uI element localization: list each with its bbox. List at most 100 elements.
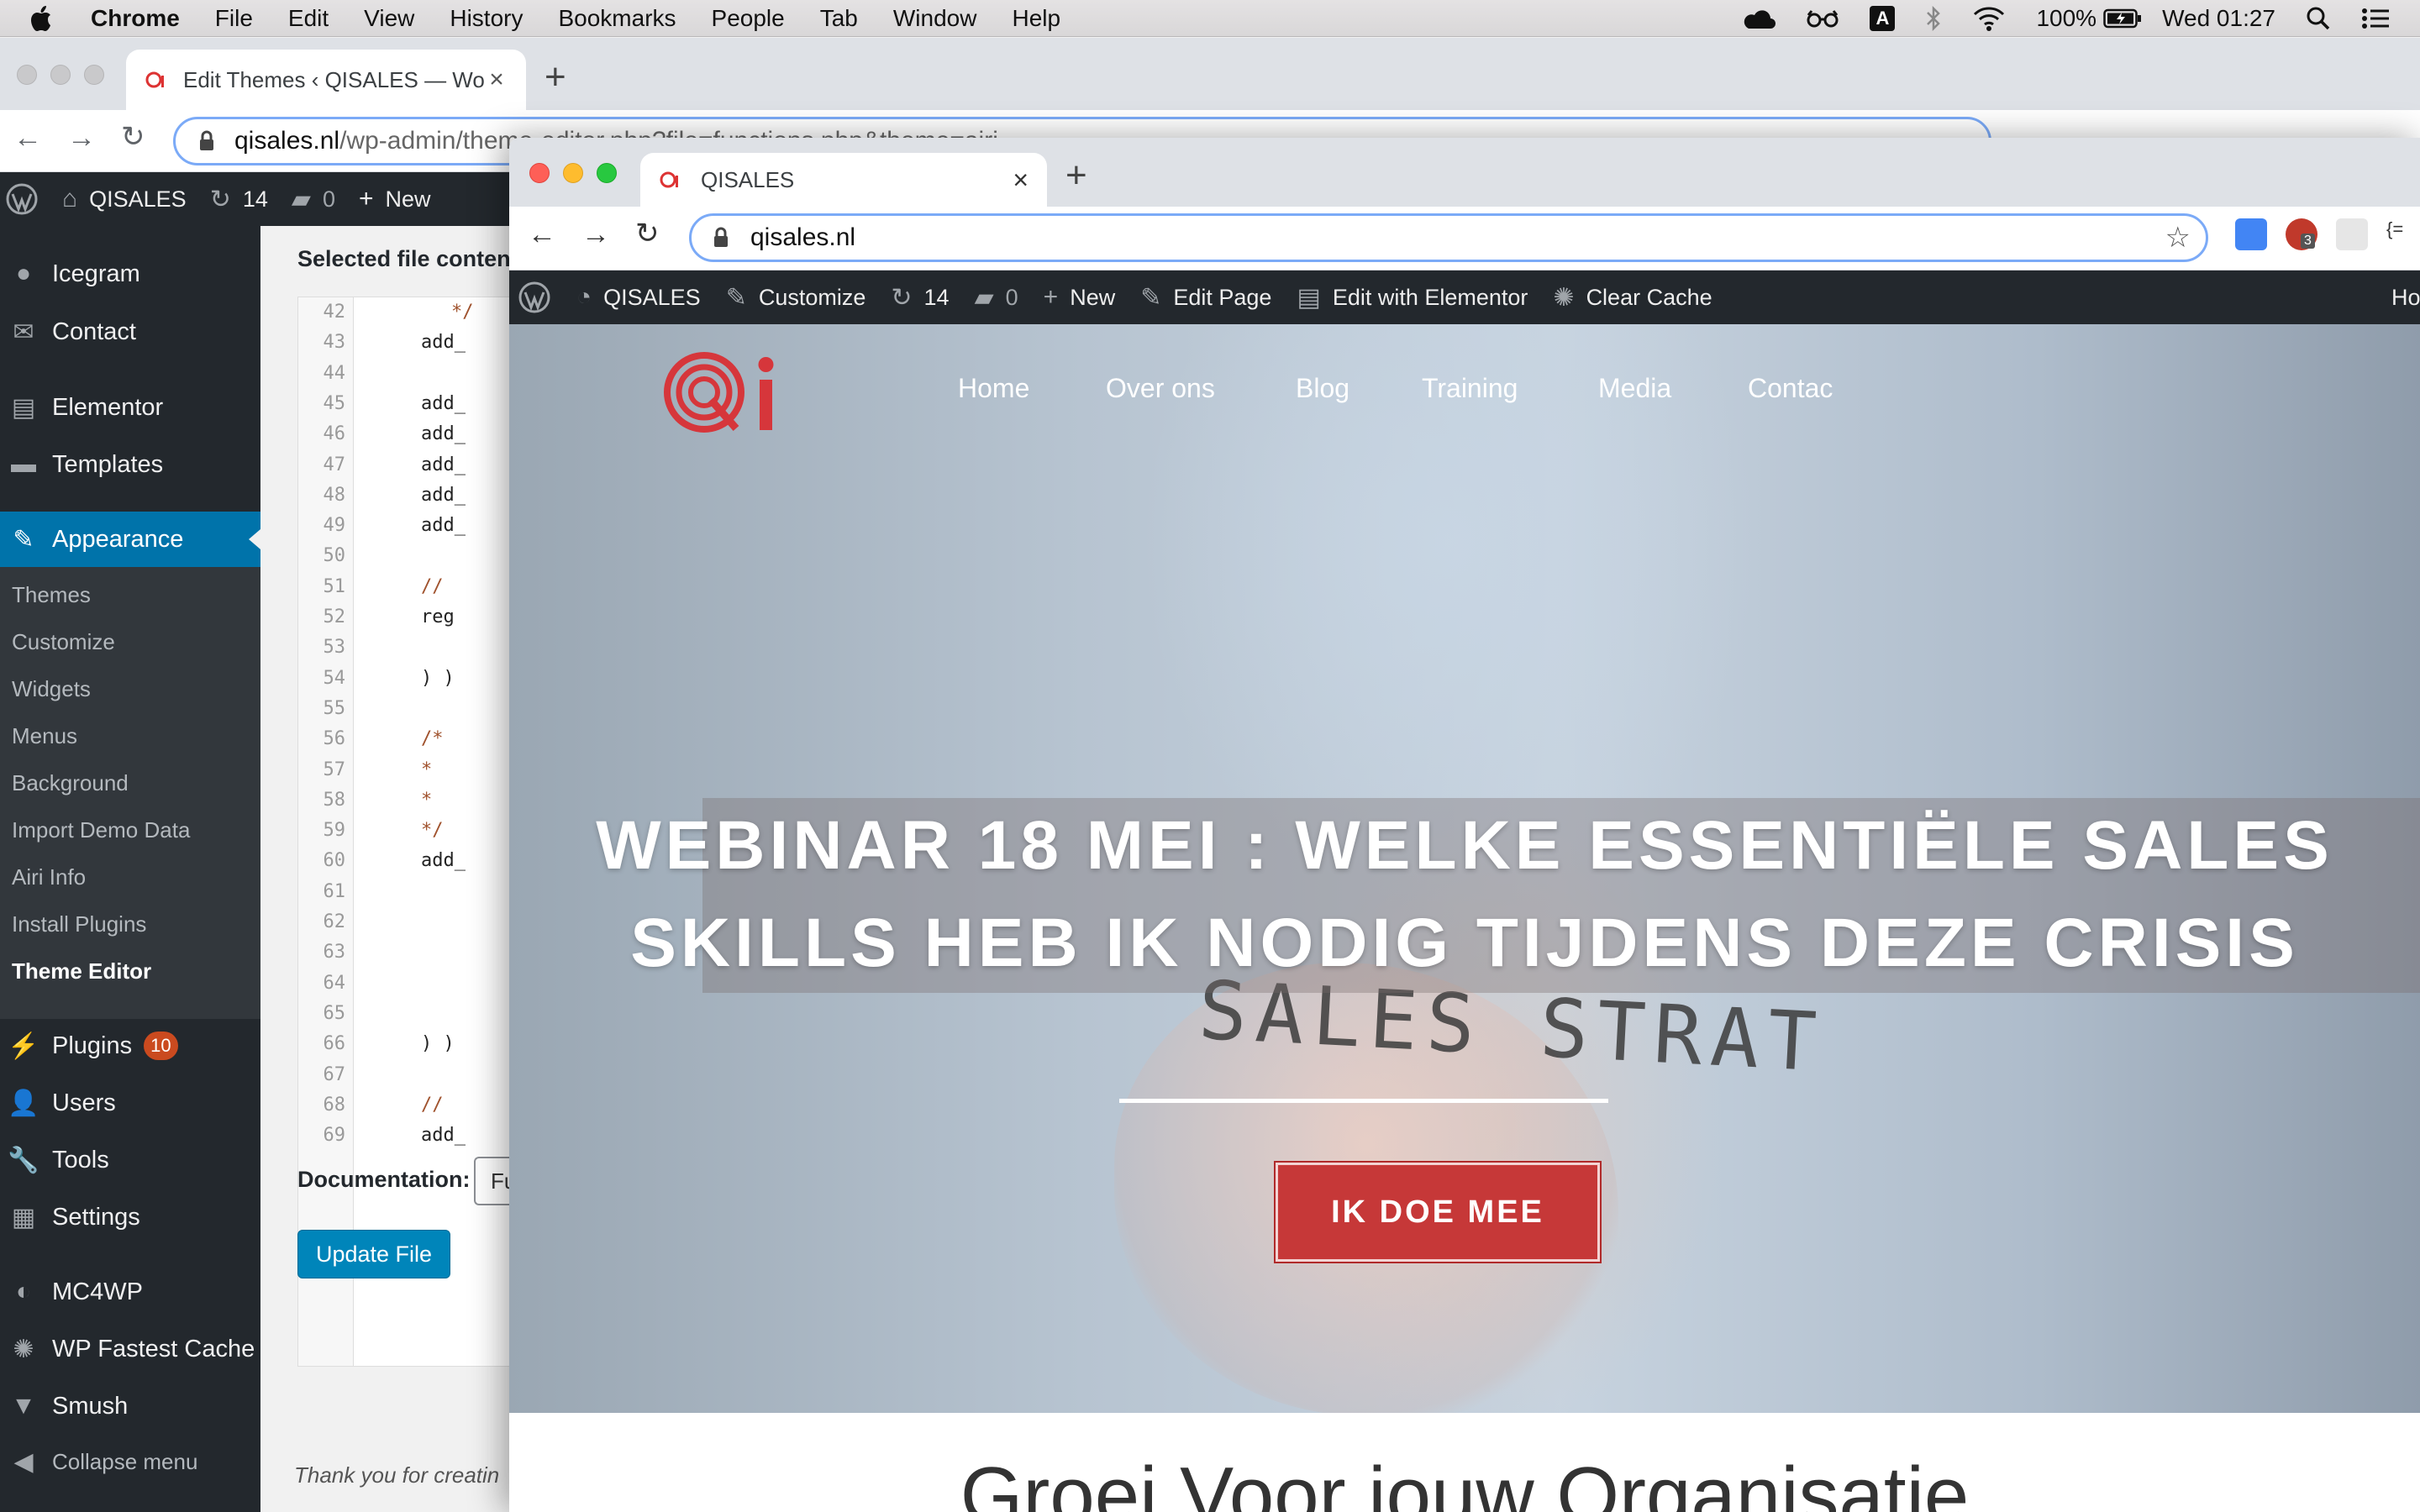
- apple-icon[interactable]: [30, 0, 77, 37]
- line-number: 59: [323, 820, 346, 842]
- front-customize-link[interactable]: ✎ Customize: [726, 283, 866, 312]
- menu-view[interactable]: View: [364, 5, 414, 32]
- sidebar-item-label: Tools: [52, 1146, 109, 1173]
- wifi-icon[interactable]: [1972, 6, 2006, 31]
- sidebar-item-mc4wp[interactable]: ◐ MC4WP: [0, 1264, 260, 1320]
- spotlight-icon[interactable]: [2306, 6, 2331, 31]
- nav-contact[interactable]: Contac: [1748, 373, 1833, 404]
- minimize-window-button[interactable]: [563, 163, 583, 183]
- reload-icon[interactable]: ↻: [635, 217, 660, 250]
- front-howdy-link[interactable]: How: [2391, 285, 2420, 311]
- sidebar-item-users[interactable]: 👤 Users: [0, 1075, 260, 1131]
- forward-arrow-icon[interactable]: →: [67, 122, 96, 155]
- google-translate-icon[interactable]: [2235, 218, 2267, 250]
- nav-home[interactable]: Home: [958, 373, 1029, 404]
- menu-tab[interactable]: Tab: [820, 5, 858, 32]
- back-arrow-icon[interactable]: ←: [528, 218, 556, 251]
- submenu-themes[interactable]: Themes: [12, 582, 91, 608]
- submenu-widgets[interactable]: Widgets: [12, 676, 91, 702]
- front-window-controls[interactable]: [529, 163, 617, 183]
- submenu-menus[interactable]: Menus: [12, 723, 77, 749]
- new-tab-button[interactable]: +: [1065, 155, 1087, 197]
- bookmark-star-icon[interactable]: ☆: [2165, 221, 2191, 255]
- wordpress-logo-icon[interactable]: [5, 182, 39, 216]
- sidebar-item-label: Smush: [52, 1392, 129, 1420]
- front-elementor-link[interactable]: ▤ Edit with Elementor: [1297, 283, 1528, 312]
- bluetooth-icon[interactable]: [1925, 6, 1942, 31]
- menu-people[interactable]: People: [712, 5, 785, 32]
- glasses-icon[interactable]: [1806, 8, 1839, 29]
- front-updates-link[interactable]: ↻ 14: [891, 283, 949, 312]
- nav-media[interactable]: Media: [1598, 373, 1671, 404]
- wp-new-label: New: [385, 186, 431, 212]
- code-editor[interactable]: 42 */ 43 add_ 44 45 add_ 46 add_ 47 add_ 48 add_ 49 ad…: [297, 297, 516, 1367]
- adblock-icon[interactable]: 3: [2286, 218, 2317, 250]
- back-tab-title: Edit Themes ‹ QISALES — Wor: [183, 66, 486, 92]
- back-arrow-icon[interactable]: ←: [13, 122, 42, 155]
- wp-updates-link[interactable]: ↻ 14: [210, 185, 268, 214]
- wp-site-link[interactable]: ⌂ QISALES: [62, 185, 187, 213]
- menu-window[interactable]: Window: [893, 5, 977, 32]
- nav-training[interactable]: Training: [1422, 373, 1518, 404]
- nav-blog[interactable]: Blog: [1296, 373, 1349, 404]
- sidebar-item-tools[interactable]: 🔧 Tools: [0, 1132, 260, 1188]
- notification-center-icon[interactable]: [2361, 8, 2390, 29]
- sidebar-item-plugins[interactable]: ⚡ Plugins 10: [0, 1018, 260, 1074]
- line-source: add_: [421, 332, 466, 354]
- wp-new-link[interactable]: + New: [359, 185, 431, 213]
- json-extension-icon[interactable]: {=: [2386, 218, 2418, 250]
- submenu-install-plugins[interactable]: Install Plugins: [12, 911, 146, 937]
- new-tab-button[interactable]: +: [544, 56, 566, 98]
- nav-over-ons[interactable]: Over ons: [1106, 373, 1215, 404]
- front-edit-page-link[interactable]: ✎ Edit Page: [1140, 283, 1271, 312]
- cloud-icon[interactable]: [1742, 7, 1776, 30]
- front-clear-cache-link[interactable]: ✺ Clear Cache: [1553, 283, 1712, 312]
- menu-file[interactable]: File: [215, 5, 253, 32]
- submenu-background[interactable]: Background: [12, 770, 129, 796]
- submenu-import-demo-data[interactable]: Import Demo Data: [12, 817, 190, 843]
- menu-history[interactable]: History: [450, 5, 523, 32]
- sidebar-item-appearance[interactable]: ✎ Appearance: [0, 512, 260, 567]
- submenu-theme-editor[interactable]: Theme Editor: [12, 958, 151, 984]
- wordpress-logo-icon[interactable]: [518, 281, 551, 314]
- front-browser-tab[interactable]: QISALES ×: [640, 153, 1047, 207]
- back-window-controls[interactable]: [17, 65, 104, 85]
- back-browser-tab[interactable]: Edit Themes ‹ QISALES — Wor ×: [126, 50, 526, 110]
- sidebar-item-elementor[interactable]: ▤ Elementor: [0, 380, 260, 435]
- front-comments-link[interactable]: ▰ 0: [975, 283, 1018, 312]
- back-url-host: qisales.nl: [234, 127, 340, 155]
- input-source-icon[interactable]: A: [1870, 6, 1896, 31]
- wp-comments-link[interactable]: ▰ 0: [292, 185, 335, 214]
- collapse-menu-button[interactable]: ◀ Collapse menu: [0, 1434, 260, 1489]
- extension-icon[interactable]: [2336, 218, 2368, 250]
- menu-help[interactable]: Help: [1012, 5, 1060, 32]
- code-line: 48 add_: [298, 480, 515, 511]
- submenu-customize[interactable]: Customize: [12, 629, 115, 655]
- menu-bookmarks[interactable]: Bookmarks: [558, 5, 676, 32]
- forward-arrow-icon[interactable]: →: [581, 218, 610, 251]
- sidebar-item-settings[interactable]: ▦ Settings: [0, 1189, 260, 1245]
- menubar-clock[interactable]: Wed 01:27: [2162, 5, 2275, 32]
- front-new-link[interactable]: + New: [1044, 283, 1116, 312]
- sidebar-item-templates[interactable]: ▬ Templates: [0, 437, 260, 492]
- front-site-link[interactable]: ◔ QISALES: [576, 283, 701, 312]
- sidebar-item-smush[interactable]: ▼ Smush: [0, 1378, 260, 1434]
- site-navigation: Home Over ons Blog Training Media Contac: [509, 373, 2420, 407]
- menu-app-name[interactable]: Chrome: [91, 5, 180, 32]
- sidebar-item-icegram[interactable]: ● Icegram: [0, 246, 260, 302]
- menu-edit[interactable]: Edit: [288, 5, 329, 32]
- battery-status[interactable]: 100%: [2036, 5, 2142, 32]
- update-file-button[interactable]: Update File: [297, 1230, 450, 1278]
- line-source: add_: [421, 1125, 466, 1147]
- close-tab-icon[interactable]: ×: [486, 66, 508, 94]
- close-window-button[interactable]: [529, 163, 550, 183]
- close-tab-icon[interactable]: ×: [1013, 165, 1028, 196]
- zoom-window-button[interactable]: [597, 163, 617, 183]
- code-line: 65: [298, 999, 515, 1029]
- reload-icon[interactable]: ↻: [121, 120, 145, 154]
- sidebar-item-wp-fastest-cache[interactable]: ✺ WP Fastest Cache: [0, 1321, 260, 1377]
- submenu-airi-info[interactable]: Airi Info: [12, 864, 86, 890]
- sidebar-item-contact[interactable]: ✉ Contact: [0, 304, 260, 360]
- ik-doe-mee-button[interactable]: IK DOE MEE: [1274, 1161, 1602, 1263]
- front-address-bar[interactable]: qisales.nl ☆: [689, 213, 2208, 262]
